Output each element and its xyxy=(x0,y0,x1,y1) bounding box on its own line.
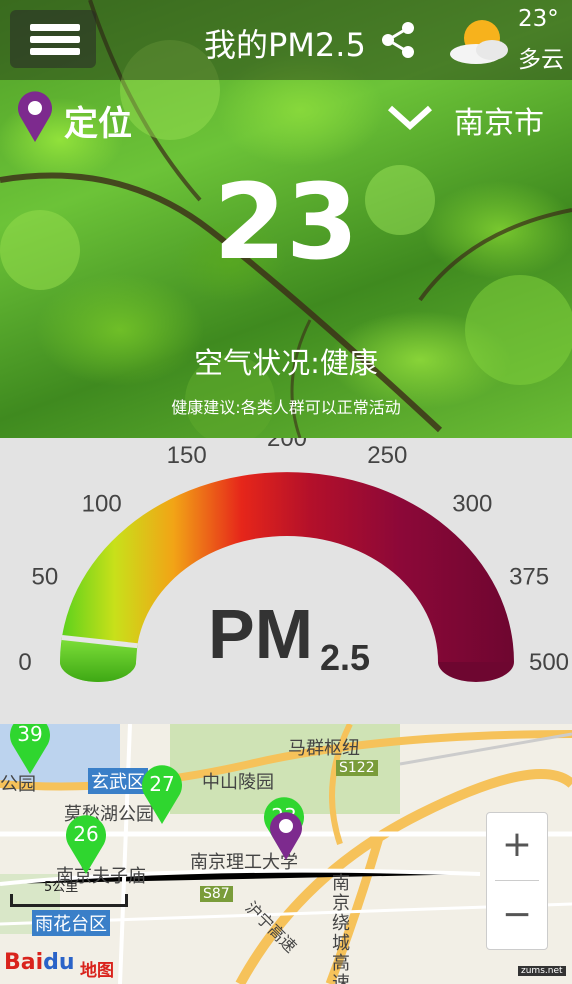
gauge-tick-label: 250 xyxy=(367,442,407,469)
pm-gauge-panel: 0 50 100 150 200 250 300 375 500 PM 2.5 xyxy=(0,438,572,724)
gauge-tick-label: 375 xyxy=(509,563,549,590)
zoom-out-button[interactable]: − xyxy=(487,885,547,945)
gauge-tick-label: 150 xyxy=(167,442,207,469)
map-label-s87: S87 xyxy=(200,886,233,902)
gauge-tick-label: 0 xyxy=(18,649,31,676)
city-selector[interactable]: 南京市 xyxy=(454,98,544,142)
hero-background: 我的PM2.5 23° 多云 定位 南京市 23 空气状况:健康 健康建议:各类… xyxy=(0,0,572,438)
zoom-in-button[interactable]: + xyxy=(487,815,547,875)
gauge-tick-label: 300 xyxy=(452,491,492,518)
gauge-tick-label: 500 xyxy=(529,649,569,676)
gauge-tick-label: 200 xyxy=(267,438,307,452)
map-scale-label: 5公里 xyxy=(44,880,79,895)
map-scale-bar xyxy=(10,894,128,907)
baidu-map-label: 地图 xyxy=(80,961,114,981)
station-marker[interactable]: 27 xyxy=(140,764,184,824)
locate-button[interactable]: 定位 xyxy=(64,96,132,145)
menu-button[interactable] xyxy=(10,10,96,68)
watermark: zums.net xyxy=(518,966,566,976)
temperature: 23° xyxy=(518,6,559,32)
gauge-tick-label: 100 xyxy=(82,491,122,518)
zoom-control: + − xyxy=(486,812,548,950)
air-status: 空气状况:健康 xyxy=(194,346,378,380)
chevron-down-icon[interactable] xyxy=(386,102,434,132)
partly-cloudy-icon xyxy=(450,20,508,64)
app-title: 我的PM2.5 xyxy=(204,26,366,64)
gauge-label-pm: PM xyxy=(208,595,313,673)
baidu-logo: Baidu xyxy=(4,950,75,975)
current-location-pin-icon xyxy=(270,812,302,860)
pm-gauge: 0 50 100 150 200 250 300 375 500 PM 2.5 xyxy=(18,438,569,682)
health-advice: 健康建议:各类人群可以正常活动 xyxy=(171,398,401,417)
menu-icon-line xyxy=(30,48,80,55)
map-label-maqun: 马群枢纽 xyxy=(288,738,360,759)
map-label-xuanwu: 玄武区 xyxy=(88,768,148,794)
map-label-yuhuatai: 雨花台区 xyxy=(32,910,110,936)
station-marker[interactable]: 39 xyxy=(8,724,52,774)
map-label-zhongshanling: 中山陵园 xyxy=(202,772,274,793)
gauge-label-sub: 2.5 xyxy=(320,637,370,678)
map-label-ring-highway: 南京绕城高速 xyxy=(332,873,350,984)
pm-value: 23 xyxy=(213,161,359,283)
map-label-s122: S122 xyxy=(336,760,378,776)
zoom-divider xyxy=(495,880,539,881)
weather-condition: 多云 xyxy=(518,47,564,73)
menu-icon-line xyxy=(30,36,80,43)
location-pin-icon[interactable] xyxy=(16,90,54,142)
menu-icon xyxy=(30,24,80,31)
share-icon[interactable] xyxy=(378,20,418,60)
station-marker[interactable]: 26 xyxy=(64,814,108,874)
gauge-tick-label: 50 xyxy=(32,563,59,590)
